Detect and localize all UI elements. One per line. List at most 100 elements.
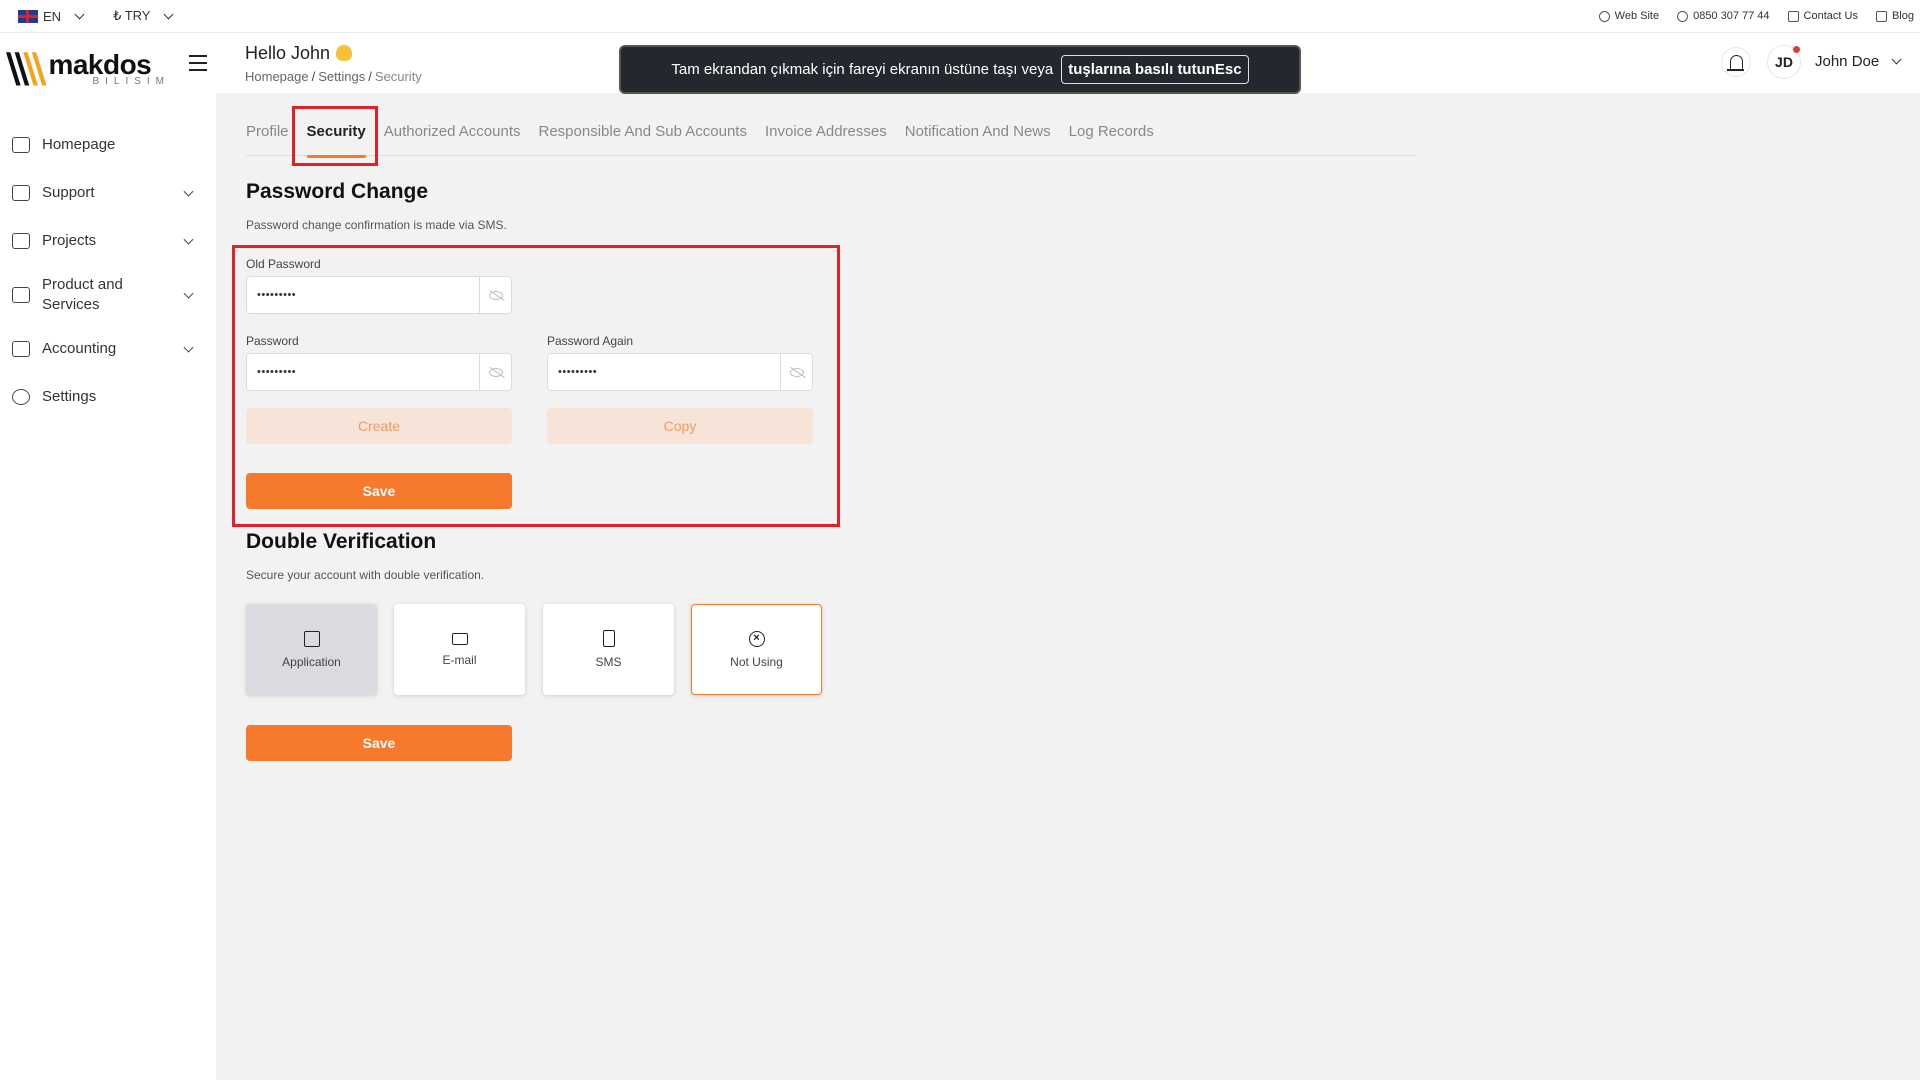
chevron-down-icon (74, 9, 85, 19)
password-again-label: Password Again (547, 334, 634, 348)
avatar-initials: JD (1775, 54, 1793, 70)
old-password-field[interactable]: ••••••••• (246, 276, 512, 314)
password-again-value: ••••••••• (558, 366, 598, 378)
chevron-down-icon (183, 288, 194, 299)
contact-link-label: Contact Us (1803, 10, 1858, 22)
chevron-down-icon (183, 342, 194, 353)
tab-invoice-addresses[interactable]: Invoice Addresses (765, 122, 887, 156)
language-selector[interactable]: EN (18, 8, 85, 24)
double-verification-title: Double Verification (246, 530, 437, 553)
chat-icon (12, 185, 30, 201)
sidebar-item-label: Accounting (42, 340, 117, 357)
user-name: John Doe (1815, 53, 1880, 70)
phone-icon (602, 630, 615, 647)
password-field[interactable]: ••••••••• (246, 353, 512, 391)
coins-icon (12, 341, 30, 357)
sidebar-item-accounting[interactable]: Accounting (0, 325, 216, 373)
page-greeting: Hello John (245, 43, 353, 64)
notification-button[interactable] (1721, 47, 1751, 77)
double-verification-description: Secure your account with double verifica… (246, 568, 485, 582)
verification-option-email[interactable]: E-mail (394, 604, 525, 695)
folder-icon (12, 233, 30, 249)
phone-link[interactable]: 0850 307 77 44 (1677, 10, 1770, 22)
breadcrumb-homepage[interactable]: Homepage (245, 69, 309, 84)
toggle-visibility-button[interactable] (780, 354, 812, 390)
toast-message: Tam ekrandan çıkmak için fareyi ekranın … (671, 61, 1054, 78)
notification-dot (1793, 46, 1800, 53)
sidebar-item-support[interactable]: Support (0, 169, 216, 217)
brand-logo[interactable]: \\\\ makdos BILISIM (6, 45, 170, 93)
waving-hand-icon (336, 45, 353, 61)
sidebar-item-homepage[interactable]: Homepage (0, 121, 216, 169)
sidebar-item-label: Projects (42, 232, 97, 249)
logo-mark-icon: \\\\ (6, 45, 47, 92)
save-verification-button[interactable]: Save (246, 725, 512, 761)
mail-icon (1787, 10, 1799, 22)
verification-option-application[interactable]: Application (246, 604, 377, 695)
website-link-label: Web Site (1614, 10, 1660, 22)
greeting-text: Hello John (245, 43, 331, 63)
option-label: E-mail (442, 652, 477, 667)
brand-name: makdos (48, 49, 152, 80)
fullscreen-exit-toast: Tam ekrandan çıkmak için fareyi ekranın … (619, 45, 1301, 94)
blog-link-label: Blog (1891, 10, 1914, 22)
edit-icon (1875, 10, 1887, 22)
verification-option-sms[interactable]: SMS (543, 604, 674, 695)
toggle-visibility-button[interactable] (479, 354, 511, 390)
brand-sub: BILISIM (92, 76, 171, 87)
user-menu[interactable]: John Doe (1815, 53, 1902, 70)
sidebar: \\\\ makdos BILISIM Homepage Support Pro… (0, 33, 216, 1080)
menu-toggle-icon[interactable] (189, 55, 207, 76)
create-password-button[interactable]: Create (246, 408, 512, 444)
password-value: ••••••••• (257, 366, 297, 378)
save-password-button[interactable]: Save (246, 473, 512, 509)
chevron-down-icon (183, 234, 194, 245)
password-change-description: Password change confirmation is made via… (246, 218, 507, 232)
breadcrumb: Homepage / Settings / Security (245, 69, 422, 84)
uk-flag-icon (18, 9, 38, 23)
option-label: Application (282, 654, 341, 669)
chevron-down-icon (1891, 54, 1902, 65)
toast-key-hint: tuşlarına basılı tutunEsc (1061, 55, 1249, 84)
contact-link[interactable]: Contact Us (1787, 10, 1858, 22)
sidebar-item-label: Support (42, 184, 95, 201)
mail-icon (451, 632, 468, 645)
sidebar-item-label: Product and Services (42, 276, 123, 313)
tab-log-records[interactable]: Log Records (1069, 122, 1154, 156)
breadcrumb-settings[interactable]: Settings (318, 69, 365, 84)
tab-profile[interactable]: Profile (246, 122, 289, 156)
sidebar-item-label: Homepage (42, 136, 116, 153)
toggle-visibility-button[interactable] (479, 277, 511, 313)
option-label: SMS (595, 655, 622, 669)
eye-off-icon (488, 290, 503, 300)
option-label: Not Using (730, 654, 783, 669)
list-icon (12, 287, 30, 303)
tab-security[interactable]: Security (306, 122, 366, 158)
language-label: EN (43, 8, 62, 24)
avatar[interactable]: JD (1767, 45, 1801, 79)
password-again-field[interactable]: ••••••••• (547, 353, 813, 391)
sidebar-item-settings[interactable]: Settings (0, 373, 216, 421)
chevron-down-icon (164, 9, 174, 19)
close-circle-icon: × (748, 630, 765, 647)
verification-option-not-using[interactable]: × Not Using (691, 604, 822, 695)
headset-icon (1677, 10, 1689, 22)
settings-tabs: Profile Security Authorized Accounts Res… (246, 122, 1416, 158)
tab-responsible-and-sub-accounts[interactable]: Responsible And Sub Accounts (539, 122, 747, 156)
blog-link[interactable]: Blog (1875, 10, 1914, 22)
currency-selector[interactable]: ₺ TRY (113, 8, 174, 24)
sidebar-item-product-and-services[interactable]: Product and Services (0, 265, 216, 325)
gear-icon (12, 389, 30, 405)
globe-icon (1598, 10, 1610, 22)
tab-notification-and-news[interactable]: Notification And News (905, 122, 1051, 156)
website-link[interactable]: Web Site (1598, 10, 1660, 22)
sidebar-nav: Homepage Support Projects Product and Se… (0, 121, 216, 421)
tab-authorized-accounts[interactable]: Authorized Accounts (384, 122, 521, 156)
sidebar-item-projects[interactable]: Projects (0, 217, 216, 265)
breadcrumb-current: Security (374, 69, 422, 84)
old-password-label: Old Password (246, 257, 321, 271)
home-icon (12, 137, 30, 153)
copy-password-button[interactable]: Copy (547, 408, 813, 444)
old-password-value: ••••••••• (257, 289, 297, 301)
eye-off-icon (789, 367, 804, 377)
